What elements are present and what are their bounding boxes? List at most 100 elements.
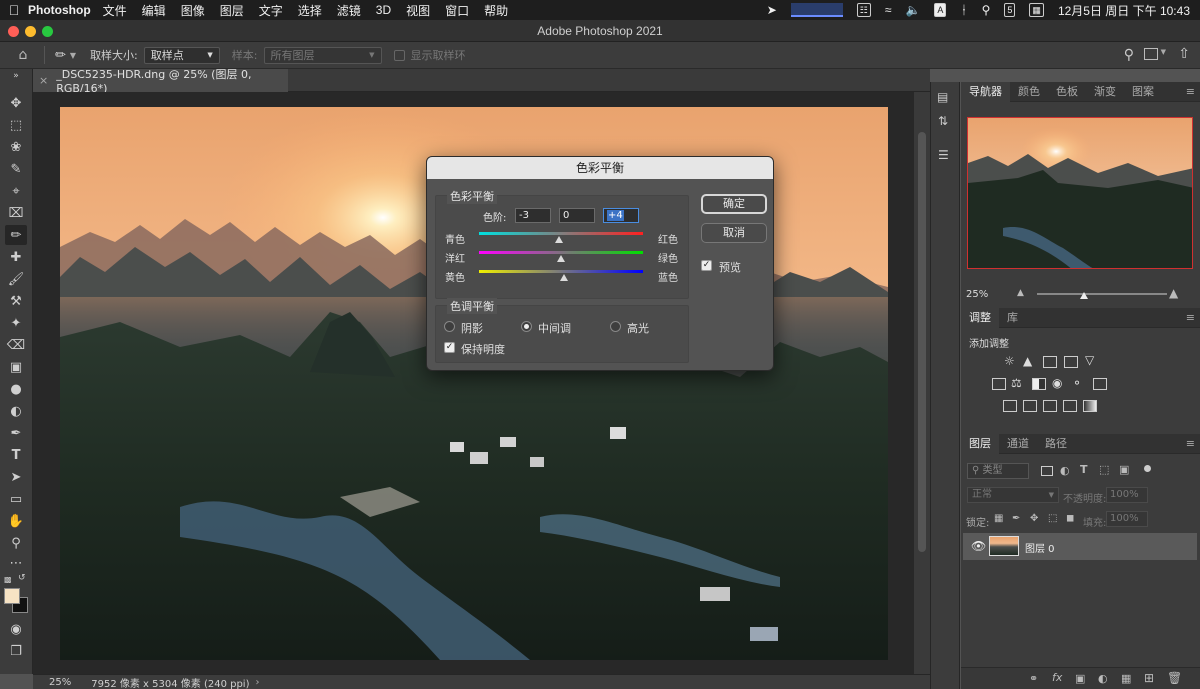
curves-icon[interactable]	[1043, 356, 1057, 368]
workspace-icon[interactable]	[1144, 48, 1158, 60]
preserve-luminosity-checkbox[interactable]: ✓	[444, 342, 455, 353]
zoom-in-icon[interactable]: ▲	[1169, 286, 1178, 300]
rectangle-tool-icon[interactable]: ▭	[5, 489, 27, 509]
delete-layer-icon[interactable]: 🗑	[1167, 671, 1182, 685]
menu-layer[interactable]: 图层	[220, 2, 244, 19]
sample-size-select[interactable]: 取样点 ▼	[143, 46, 220, 64]
magenta-green-slider-track[interactable]	[479, 251, 643, 254]
tab-paths[interactable]: 路径	[1037, 434, 1075, 454]
control-center-icon[interactable]: ▦	[1029, 3, 1044, 17]
home-icon[interactable]: ⌂	[12, 44, 34, 66]
cyan-red-slider-thumb[interactable]	[554, 236, 563, 243]
share-icon[interactable]: ⇧	[1178, 46, 1190, 62]
fill-input[interactable]: 100%	[1106, 511, 1148, 527]
search-icon[interactable]: ⚲	[982, 3, 991, 17]
lock-artboard-icon[interactable]: ⬚	[1048, 513, 1057, 524]
navigator-zoom[interactable]: 25%	[966, 289, 988, 300]
display-icon[interactable]: ☷	[856, 3, 871, 17]
menu-view[interactable]: 视图	[406, 2, 430, 19]
filter-toggle-icon[interactable]	[1144, 465, 1151, 472]
menu-3d[interactable]: 3D	[376, 3, 391, 17]
level-cyan-red-input[interactable]: -3	[515, 208, 551, 223]
app-menu[interactable]: Photoshop	[28, 3, 91, 17]
collapse-chevron-icon[interactable]: »	[5, 71, 27, 81]
tab-channels[interactable]: 通道	[999, 434, 1037, 454]
layer-mask-icon[interactable]: ▣	[1075, 672, 1085, 685]
chevron-down-icon[interactable]: ▼	[70, 51, 76, 60]
gradient-map-icon[interactable]	[1083, 400, 1097, 412]
menu-edit[interactable]: 编辑	[142, 2, 166, 19]
vertical-scrollbar[interactable]	[914, 92, 930, 674]
layer-style-icon[interactable]: fx	[1052, 671, 1062, 684]
tab-libraries[interactable]: 库	[999, 308, 1026, 328]
menu-filter[interactable]: 滤镜	[337, 2, 361, 19]
apple-icon[interactable]: 	[0, 2, 28, 18]
filter-adjustment-icon[interactable]: ◐	[1060, 464, 1070, 477]
chevron-right-icon[interactable]: ›	[256, 677, 260, 688]
history-icon[interactable]: ⇅	[938, 114, 948, 128]
tab-layers[interactable]: 图层	[961, 433, 999, 454]
sample-select[interactable]: 所有图层 ▼	[263, 46, 382, 64]
tab-swatches[interactable]: 色板	[1048, 82, 1086, 102]
selective-color-icon[interactable]	[1063, 400, 1077, 412]
default-colors-icon[interactable]: ▩	[4, 575, 14, 584]
photo-filter-icon[interactable]: ◉	[1052, 376, 1062, 390]
hand-tool-icon[interactable]: ✋	[5, 511, 27, 531]
lock-transparent-icon[interactable]: ▦	[994, 513, 1003, 524]
color-balance-icon[interactable]: ⚖	[1011, 376, 1022, 390]
chevron-down-icon[interactable]: ▼	[1161, 48, 1166, 56]
frame-tool-icon[interactable]: ⌧	[5, 203, 27, 223]
preview-checkbox[interactable]: ✓	[701, 260, 712, 271]
navigator-preview[interactable]	[967, 117, 1193, 269]
bluetooth-icon[interactable]: ᛂ	[960, 3, 967, 17]
show-sampling-ring-checkbox[interactable]	[393, 49, 405, 61]
ok-button[interactable]: 确定	[701, 194, 767, 214]
foreground-color-swatch[interactable]	[4, 588, 20, 604]
yellow-blue-slider-track[interactable]	[479, 270, 643, 273]
highlights-radio[interactable]	[610, 321, 621, 332]
link-layers-icon[interactable]: ⚭	[1029, 672, 1038, 685]
opacity-input[interactable]: 100%	[1106, 487, 1148, 503]
menu-select[interactable]: 选择	[298, 2, 322, 19]
panel-menu-icon[interactable]: ≡	[1186, 311, 1195, 324]
properties-icon[interactable]: ☰	[938, 148, 949, 162]
input-source-icon[interactable]: A	[934, 3, 947, 17]
menu-image[interactable]: 图像	[181, 2, 205, 19]
cancel-button[interactable]: 取消	[701, 223, 767, 243]
clone-stamp-tool-icon[interactable]: ⚒	[5, 291, 27, 311]
layer-filter-select[interactable]: ⚲ 类型	[967, 463, 1029, 479]
panel-menu-icon[interactable]: ≡	[1186, 437, 1195, 450]
exposure-icon[interactable]	[1064, 356, 1078, 368]
close-tab-icon[interactable]: ×	[39, 74, 48, 87]
quick-selection-tool-icon[interactable]: ✎	[5, 159, 27, 179]
new-group-icon[interactable]: ▦	[1121, 672, 1131, 685]
path-selection-tool-icon[interactable]: ➤	[5, 467, 27, 487]
activity-graph-icon[interactable]	[790, 3, 843, 17]
layer-name[interactable]: 图层 0	[1025, 540, 1055, 555]
panel-menu-icon[interactable]: ≡	[1186, 85, 1195, 98]
lock-image-icon[interactable]: ✒	[1012, 513, 1020, 524]
filter-smart-object-icon[interactable]: ▣	[1119, 463, 1129, 476]
menu-type[interactable]: 文字	[259, 2, 283, 19]
tab-patterns[interactable]: 图案	[1124, 82, 1162, 102]
pen-tool-icon[interactable]: ✒	[5, 423, 27, 443]
new-adjustment-layer-icon[interactable]: ◐	[1098, 672, 1108, 685]
wifi-icon[interactable]: ≈	[885, 3, 892, 17]
eyedropper-tool-icon[interactable]: ✏	[5, 225, 27, 245]
navigator-zoom-thumb[interactable]	[1080, 292, 1088, 299]
filter-shape-icon[interactable]: ⬚	[1099, 463, 1109, 476]
new-layer-icon[interactable]: ⊞	[1144, 671, 1154, 685]
hue-saturation-icon[interactable]	[992, 378, 1006, 390]
levels-icon[interactable]: ▲	[1023, 354, 1032, 368]
lasso-tool-icon[interactable]: ❀	[5, 137, 27, 157]
type-tool-icon[interactable]: T	[5, 445, 27, 465]
more-tools-icon[interactable]: ⋯	[5, 553, 27, 573]
move-tool-icon[interactable]: ✥	[5, 93, 27, 113]
menu-file[interactable]: 文件	[103, 2, 127, 19]
scrollbar-thumb[interactable]	[918, 132, 926, 552]
invert-icon[interactable]	[1003, 400, 1017, 412]
menu-window[interactable]: 窗口	[445, 2, 469, 19]
histogram-icon[interactable]: ▤	[937, 90, 948, 104]
filter-type-icon[interactable]: T	[1080, 463, 1088, 476]
zoom-level[interactable]: 25%	[49, 677, 71, 688]
